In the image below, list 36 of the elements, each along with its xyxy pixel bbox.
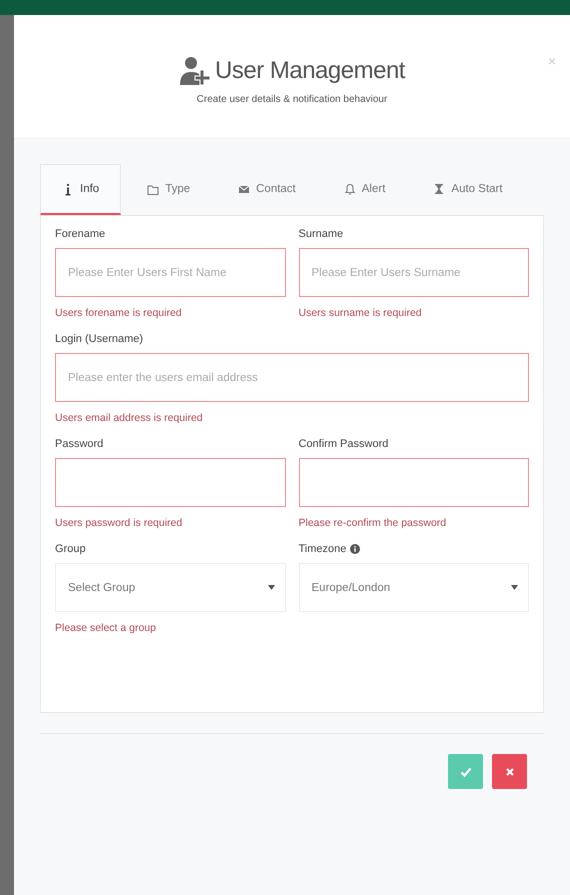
dialog-subtitle: Create user details & notification behaviour [196,94,388,105]
hourglass-icon [433,182,446,196]
tab[interactable]: Alert [322,164,408,215]
field-label: Surname [298,228,344,240]
input-field[interactable]: Please enter the users email address [55,353,529,402]
tab[interactable]: Info [40,164,122,215]
field-label: Login (Username) [55,333,144,345]
confirm-button[interactable] [448,754,483,789]
bell-icon [344,182,356,196]
field-label: Confirm Password [298,438,388,450]
folder-icon [147,182,160,196]
caret-icon [511,585,518,590]
password-field[interactable] [298,458,529,507]
select-field[interactable]: Select Group [55,563,286,612]
tab[interactable]: Auto Start [411,164,525,215]
error-message: Users email address is required [55,412,204,424]
error-message: Users surname is required [298,307,423,319]
error-message: Users forename is required [55,307,183,319]
check-icon [460,766,472,778]
select-field[interactable]: Europe/London [298,563,529,612]
close-icon [504,766,516,778]
field-label: Password [55,438,104,450]
error-message: Please re-confirm the password [298,517,448,529]
error-message: Users password is required [55,517,184,529]
tab[interactable]: Contact [216,164,318,215]
tab[interactable]: Type [125,164,212,215]
dialog-title: User Management [215,57,405,85]
password-field[interactable] [55,458,286,507]
field-label: Group [55,543,86,555]
field-label: Forename [55,228,106,240]
cancel-button[interactable] [492,754,527,789]
error-message: Please select a group [55,622,157,634]
input-field[interactable]: Please Enter Users First Name [55,248,286,297]
caret-icon [268,585,274,590]
field-label: Timezone [298,543,346,555]
input-field[interactable]: Please Enter Users Surname [298,248,529,297]
